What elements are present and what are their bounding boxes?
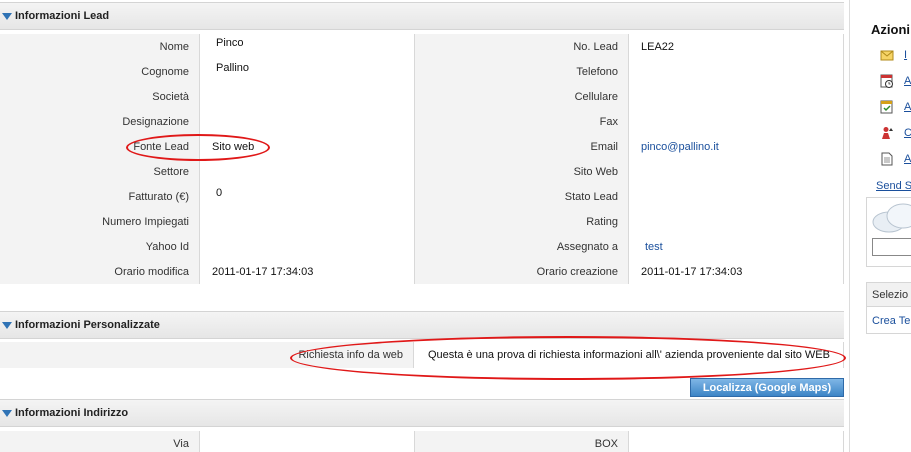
field-link[interactable]: pinco@pallino.it (629, 134, 844, 159)
address-row: Via BOX (0, 431, 844, 452)
field-label: Richiesta info da web (0, 342, 414, 368)
field-label: Rating (415, 209, 629, 234)
weather-city-input[interactable] (872, 238, 911, 256)
button-bar: Localizza (Google Maps) (0, 376, 844, 398)
create-template-link[interactable]: Crea Te (867, 307, 911, 327)
field-label: Settore (0, 159, 200, 184)
field-label: Cellulare (415, 84, 629, 109)
field-value[interactable] (629, 84, 844, 109)
send-sms-link[interactable]: Send S (876, 180, 911, 192)
field-label: Stato Lead (415, 184, 629, 209)
convert-user-icon (882, 127, 893, 139)
sidebar-item-label: A (904, 101, 911, 113)
field-label: Yahoo Id (0, 234, 200, 259)
google-maps-button[interactable]: Localizza (Google Maps) (690, 378, 844, 397)
sidebar-item-label: A (904, 75, 911, 87)
field-label: Orario creazione (415, 259, 629, 284)
section-header-address-info[interactable]: Informazioni Indirizzo (0, 399, 844, 427)
field-label: Via (0, 431, 200, 452)
field-value[interactable] (629, 109, 844, 134)
field-value[interactable] (200, 209, 415, 234)
section-header-custom-info[interactable]: Informazioni Personalizzate (0, 311, 844, 339)
sidebar-actions: Azioni I A A C A Send S Selezio Crea Te (850, 0, 911, 452)
sidebar-item-add-task[interactable]: A (880, 99, 911, 115)
field-value[interactable] (200, 431, 415, 452)
field-value[interactable]: Pinco (200, 34, 415, 59)
table-row: Società Cellulare (0, 84, 844, 109)
field-value[interactable]: Sito web (200, 134, 415, 159)
field-label: Fonte Lead (0, 134, 200, 159)
table-row: Settore Sito Web (0, 159, 844, 184)
table-row: Orario modifica 2011-01-17 17:34:03 Orario… (0, 259, 844, 284)
table-row: Designazione Fax (0, 109, 844, 134)
field-label: BOX (415, 431, 629, 452)
field-value[interactable] (200, 234, 415, 259)
collapse-triangle-icon[interactable] (2, 410, 12, 417)
table-row: Cognome Pallino Telefono (0, 59, 844, 84)
table-row: Fatturato (€) 0 Stato Lead (0, 184, 844, 209)
field-label: Fatturato (€) (0, 184, 200, 209)
collapse-triangle-icon[interactable] (2, 322, 12, 329)
field-label: Fax (415, 109, 629, 134)
field-label: No. Lead (415, 34, 629, 59)
sidebar-item-convert-lead[interactable]: C (880, 125, 911, 141)
select-template-header: Selezio (867, 283, 911, 307)
sidebar-title: Azioni (871, 22, 910, 37)
field-value[interactable] (629, 159, 844, 184)
sidebar-item-label: C (904, 127, 911, 139)
field-label: Sito Web (415, 159, 629, 184)
field-value[interactable] (200, 159, 415, 184)
sidebar-item-label: A (904, 153, 911, 165)
field-value[interactable] (629, 209, 844, 234)
field-label: Nome (0, 34, 200, 59)
section-header-lead-info[interactable]: Informazioni Lead (0, 2, 844, 30)
document-icon (881, 152, 893, 166)
table-row: Fonte Lead Sito web Email pinco@pallino.it (0, 134, 844, 159)
field-value[interactable]: 0 (200, 184, 415, 209)
table-row: Yahoo Id Assegnato a test (0, 234, 844, 259)
field-value[interactable]: Questa è una prova di richiesta informaz… (414, 342, 844, 368)
field-value[interactable] (200, 84, 415, 109)
field-value[interactable] (629, 431, 844, 452)
field-link[interactable]: test (629, 234, 844, 259)
field-label: Telefono (415, 59, 629, 84)
custom-info-row: Richiesta info da web Questa è una prova… (0, 342, 844, 368)
section-title: Informazioni Indirizzo (15, 407, 129, 419)
section-title: Informazioni Personalizzate (15, 319, 160, 331)
field-label: Email (415, 134, 629, 159)
field-value[interactable]: LEA22 (629, 34, 844, 59)
field-value[interactable] (629, 59, 844, 84)
sidebar-item-label: I (904, 49, 908, 61)
collapse-triangle-icon[interactable] (2, 13, 12, 20)
field-value[interactable] (629, 184, 844, 209)
cloud-icon (872, 203, 911, 233)
sidebar-item-add-document[interactable]: A (880, 151, 911, 167)
select-template-box: Selezio Crea Te (866, 282, 911, 334)
field-value[interactable]: 2011-01-17 17:34:03 (200, 259, 415, 284)
field-label: Cognome (0, 59, 200, 84)
field-label: Società (0, 84, 200, 109)
sidebar-item-email[interactable]: I (880, 47, 911, 63)
table-row: Nome Pinco No. Lead LEA22 (0, 34, 844, 59)
field-label: Orario modifica (0, 259, 200, 284)
envelope-icon (880, 50, 894, 61)
calendar-check-icon (880, 100, 893, 114)
field-label: Assegnato a (415, 234, 629, 259)
field-value[interactable] (200, 109, 415, 134)
section-title: Informazioni Lead (15, 10, 110, 22)
calendar-clock-icon (880, 74, 893, 88)
field-label: Numero Impiegati (0, 209, 200, 234)
field-label: Designazione (0, 109, 200, 134)
lead-detail-panel: Informazioni Lead Nome Pinco No. Lead LEA22… (0, 0, 846, 452)
field-value[interactable]: Pallino (200, 59, 415, 84)
weather-widget (866, 197, 911, 267)
sidebar-item-add-event[interactable]: A (880, 73, 911, 89)
field-value[interactable]: 2011-01-17 17:34:03 (629, 259, 844, 284)
table-row: Numero Impiegati Rating (0, 209, 844, 234)
